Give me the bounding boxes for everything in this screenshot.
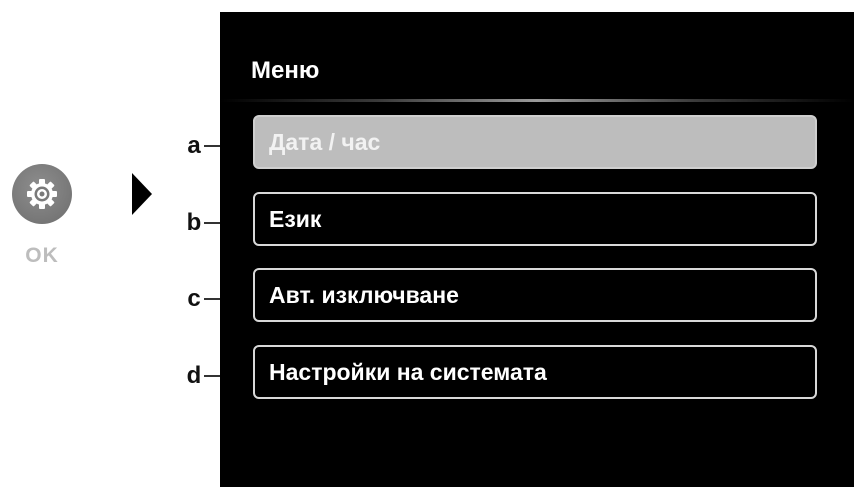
menu-item-date-time[interactable]: Дата / час (253, 115, 817, 169)
menu-item-auto-off[interactable]: Авт. изключване (253, 268, 817, 322)
callout-letter: c (187, 285, 201, 312)
menu-title: Меню (251, 57, 320, 84)
ok-button[interactable] (12, 164, 72, 224)
menu-item-language[interactable]: Език (253, 192, 817, 246)
menu-item-label: Настройки на системата (269, 358, 547, 385)
gear-icon (25, 177, 59, 211)
title-divider (220, 99, 854, 102)
menu-item-label: Дата / час (269, 128, 381, 155)
menu-item-label: Авт. изключване (269, 281, 459, 308)
device-screen: Меню Дата / час Език Авт. изключване Нас… (220, 12, 854, 487)
callout-letter: b (186, 209, 202, 236)
menu-item-label: Език (269, 205, 322, 232)
arrow-right-icon (132, 173, 152, 215)
callout-letter: d (186, 362, 202, 389)
ok-label: OK (25, 244, 59, 267)
callout-letter: a (187, 132, 201, 159)
menu-item-system-settings[interactable]: Настройки на системата (253, 345, 817, 399)
